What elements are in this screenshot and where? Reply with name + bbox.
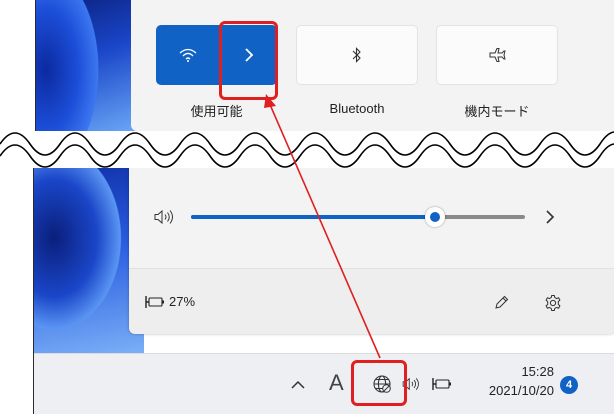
taskbar: A 15:28 2021/10/20 4	[34, 353, 614, 414]
ime-indicator[interactable]: A	[329, 370, 344, 396]
battery-percent: 27%	[169, 294, 196, 309]
gear-icon[interactable]	[543, 293, 563, 313]
highlight-network-icon	[351, 360, 407, 406]
chevron-up-icon[interactable]	[288, 376, 308, 394]
battery-charging-icon	[145, 295, 165, 309]
volume-slider[interactable]	[191, 207, 525, 227]
battery-charging-icon[interactable]	[431, 376, 453, 392]
quick-settings-footer: 27%	[129, 268, 614, 334]
clock-date: 2021/10/20	[488, 383, 554, 398]
wifi-icon	[179, 48, 197, 62]
speaker-icon[interactable]	[153, 208, 175, 226]
battery-status[interactable]: 27%	[145, 294, 195, 309]
airplane-mode-button[interactable]	[436, 25, 558, 85]
desktop-wallpaper	[36, 0, 136, 131]
volume-fill	[191, 215, 435, 219]
bluetooth-toggle-button[interactable]	[296, 25, 418, 85]
quick-settings-top-crop: 使用可能 Bluetooth 機内モード	[35, 0, 614, 131]
volume-thumb[interactable]	[424, 207, 445, 227]
clock[interactable]: 15:28 2021/10/20	[466, 364, 554, 398]
quick-settings-panel: 27%	[129, 168, 614, 334]
quick-settings-panel: 使用可能 Bluetooth 機内モード	[131, 0, 614, 131]
airplane-icon	[488, 47, 506, 63]
audio-output-expand-button[interactable]	[542, 208, 558, 226]
notification-badge[interactable]: 4	[560, 376, 578, 394]
crop-separator-wave	[0, 131, 614, 168]
wifi-toggle-button[interactable]	[156, 25, 220, 85]
wifi-label: 使用可能	[190, 104, 243, 119]
airplane-label: 機内モード	[464, 104, 530, 119]
chevron-right-icon	[546, 210, 555, 224]
desktop-wallpaper	[34, 168, 144, 353]
pencil-icon[interactable]	[491, 293, 511, 313]
highlight-wifi-expand	[219, 21, 278, 100]
bluetooth-icon	[352, 47, 362, 63]
clock-time: 15:28	[521, 364, 554, 379]
quick-settings-bottom-crop: 27% A 15:28 2021/10/20 4	[33, 168, 614, 414]
bluetooth-label: Bluetooth	[329, 101, 385, 116]
